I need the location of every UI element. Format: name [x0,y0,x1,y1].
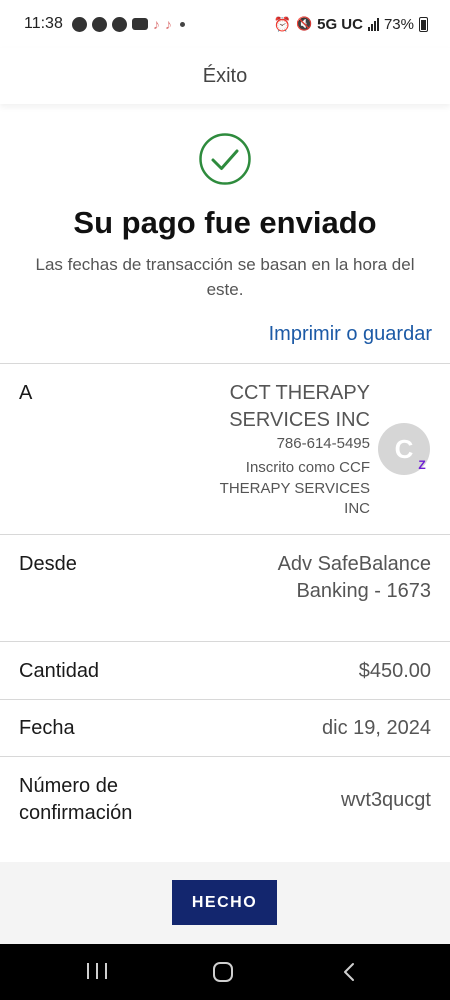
check-circle-icon [199,133,251,185]
status-left: 11:38 ♪ ♪ [24,15,185,33]
recipient-enrolled-as: Inscrito como CCF THERAPY SERVICES INC [219,459,370,517]
whatsapp-icon [111,16,127,32]
network-type: 5G UC [317,15,363,33]
success-subtitle: Las fechas de transacción se basan en la… [35,255,415,299]
home-icon[interactable] [213,962,233,982]
date-label: Fecha [19,717,75,739]
success-title: Su pago fue enviado [73,205,377,240]
status-bar: 11:38 ♪ ♪ ⏰ 🔇 5G UC 73% [0,0,450,48]
payment-success-screen: 11:38 ♪ ♪ ⏰ 🔇 5G UC 73% Éxito Su pago fu… [0,0,450,1000]
done-button[interactable]: HECHO [172,880,277,925]
signal-icon [367,17,379,31]
amount-label: Cantidad [19,660,100,682]
mute-icon: 🔇 [295,16,313,31]
divider [0,756,450,757]
divider [0,534,450,535]
recipient-phone: 786-614-5495 [276,435,370,452]
to-label: A [19,382,33,404]
status-time: 11:38 [24,15,63,32]
youtube-icon [131,18,148,30]
divider [0,641,450,642]
confirmation-number: wvt3qucgt [340,789,431,811]
confirmation-label: Número de confirmación [19,775,133,824]
divider [0,699,450,700]
more-notifications-icon [179,21,185,27]
chat-icon [91,16,107,32]
from-label: Desde [19,553,77,575]
tiktok-icon: ♪ [164,16,172,32]
battery-percent: 73% [383,15,414,33]
divider [0,363,450,364]
zelle-icon: Z [418,458,426,472]
page-title: Éxito [202,64,248,87]
amount-value: $450.00 [358,660,431,682]
status-right: ⏰ 🔇 5G UC 73% [273,15,428,33]
messenger-icon [71,16,87,32]
back-icon[interactable] [338,960,360,984]
recent-apps-icon[interactable] [87,963,107,981]
alarm-icon: ⏰ [273,15,291,32]
recipient-name: CCT THERAPY SERVICES INC [229,382,370,431]
tiktok-icon: ♪ [152,16,160,32]
date-value: dic 19, 2024 [322,717,431,739]
header: Éxito [0,48,450,104]
print-or-save-link[interactable]: Imprimir o guardar [269,323,432,346]
avatar-letter: C [394,433,414,464]
battery-icon [419,16,428,32]
from-account: Adv SafeBalance Banking - 1673 [277,553,431,602]
